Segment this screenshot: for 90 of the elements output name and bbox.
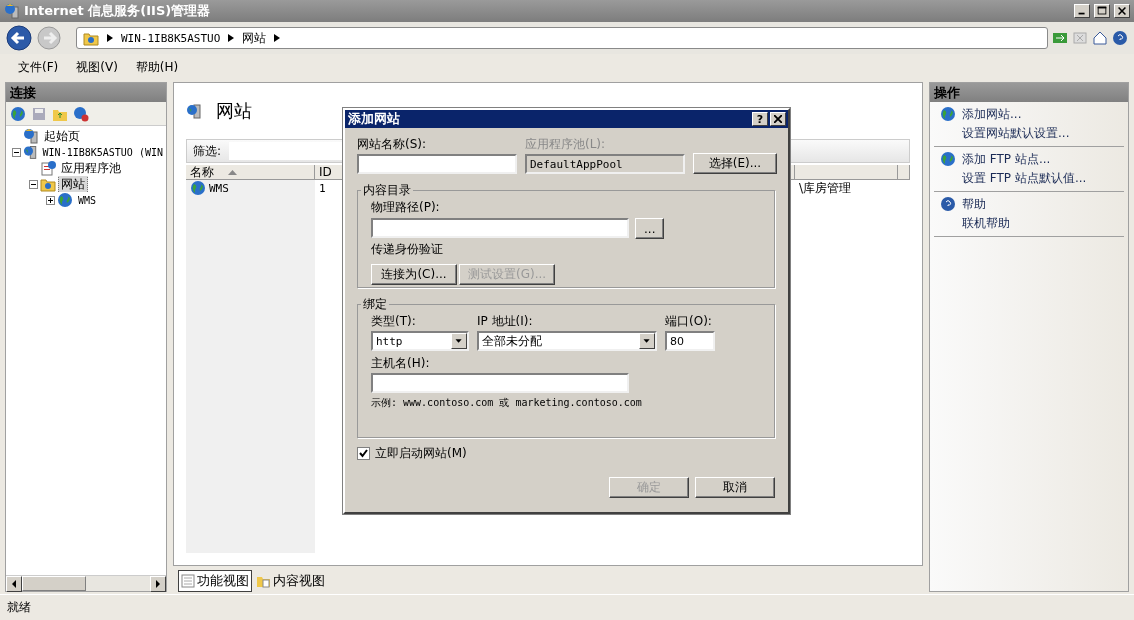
dialog-title: 添加网站	[348, 110, 401, 128]
action-link[interactable]: 设置 FTP 站点默认值...	[962, 170, 1118, 187]
app-pool-field: DefaultAppPool	[525, 154, 685, 174]
field-label: IP 地址(I):	[477, 313, 534, 330]
globe-star-icon	[940, 151, 956, 167]
select-button[interactable]: 选择(E)...	[693, 153, 777, 174]
folder-document-icon	[257, 574, 271, 588]
close-button[interactable]	[1114, 4, 1130, 18]
breadcrumb-arrow-icon[interactable]	[228, 34, 235, 42]
home-icon[interactable]	[1092, 30, 1108, 46]
host-name-field[interactable]	[371, 373, 629, 393]
breadcrumb-item[interactable]: WIN-1IB8K5ASTUO	[121, 31, 221, 45]
action-link[interactable]: 添加 FTP 站点...	[962, 151, 1118, 168]
maximize-button[interactable]	[1094, 4, 1110, 18]
filter-label: 筛选:	[193, 142, 222, 160]
action-link[interactable]: 帮助	[962, 196, 1118, 213]
tree-item[interactable]: WIN-1IB8K5ASTUO (WIN	[39, 145, 166, 159]
scroll-right-button[interactable]	[150, 576, 166, 592]
field-label: 主机名(H):	[371, 355, 431, 372]
column-header[interactable]: 名称	[186, 165, 315, 180]
folder-icon	[40, 176, 56, 192]
menu-item[interactable]: 帮助(H)	[135, 58, 179, 76]
field-label: 物理路径(P):	[371, 199, 441, 216]
server-icon	[23, 144, 38, 160]
field-label: 应用程序池(L):	[525, 136, 607, 153]
panel-title: 连接	[6, 83, 166, 102]
breadcrumb-arrow-icon[interactable]	[274, 34, 281, 42]
group-title: 绑定	[362, 296, 388, 313]
help-icon	[940, 196, 956, 212]
home-server-icon	[23, 128, 39, 144]
tree-item[interactable]: WMS	[75, 193, 100, 207]
panel-title: 操作	[930, 83, 1128, 102]
browse-button[interactable]: ...	[635, 218, 665, 239]
dialog-button[interactable]: 连接为(C)...	[371, 264, 457, 285]
collapse-toggle[interactable]	[12, 147, 21, 157]
table-cell: WMS	[209, 181, 229, 195]
port-field[interactable]: 80	[665, 331, 715, 351]
back-button[interactable]	[6, 25, 32, 51]
page-title: 网站	[216, 99, 252, 123]
view-tab[interactable]: 内容视图	[254, 570, 328, 592]
scroll-left-button[interactable]	[6, 576, 22, 592]
field-label: 网站名称(S):	[357, 136, 428, 153]
help-button[interactable]: ?	[752, 112, 768, 126]
type-dropdown[interactable]: http	[371, 331, 469, 351]
minimize-button[interactable]	[1074, 4, 1090, 18]
view-tab[interactable]: 功能视图	[178, 570, 252, 592]
application-pool-icon	[40, 160, 56, 176]
status-text: 就绪	[7, 599, 31, 616]
field-label: 传递身份验证	[371, 241, 444, 258]
window-title: Internet 信息服务(IIS)管理器	[24, 2, 212, 20]
connect-icon	[10, 105, 26, 122]
globe-icon	[190, 180, 206, 196]
group-title: 内容目录	[362, 182, 412, 199]
tree-item[interactable]: 网站	[58, 176, 88, 192]
close-button[interactable]	[770, 112, 786, 126]
action-link[interactable]: 联机帮助	[962, 215, 1118, 232]
field-label: 类型(T):	[371, 313, 417, 330]
refresh-icon[interactable]	[1052, 30, 1068, 46]
menu-item[interactable]: 文件(F)	[18, 58, 59, 76]
globe-icon	[57, 192, 73, 208]
collapse-toggle[interactable]	[29, 179, 38, 189]
breadcrumb-arrow-icon[interactable]	[107, 34, 113, 42]
folder-icon	[83, 30, 99, 46]
address-bar[interactable]: WIN-1IB8K5ASTUO 网站	[76, 27, 1048, 49]
ip-address-dropdown[interactable]: 全部未分配	[477, 331, 657, 351]
globe-star-icon	[940, 106, 956, 122]
action-link[interactable]: 添加网站...	[962, 106, 1118, 123]
table-cell: 1	[319, 181, 326, 195]
sort-arrow-icon	[228, 169, 237, 175]
server-icon	[186, 103, 202, 119]
menu-item[interactable]: 视图(V)	[76, 58, 118, 76]
table-cell: \库房管理	[799, 179, 852, 197]
hint-text: 示例: www.contoso.com 或 marketing.contoso.com	[371, 396, 643, 410]
tree-item[interactable]: 应用程序池	[58, 160, 124, 176]
action-link[interactable]: 设置网站默认设置...	[962, 125, 1118, 142]
start-checkbox[interactable]: 立即启动网站(M)	[357, 445, 775, 462]
site-name-field[interactable]	[357, 154, 517, 174]
expand-toggle[interactable]	[46, 195, 55, 205]
grid-icon	[181, 574, 195, 588]
close-icon	[774, 115, 782, 123]
disconnect-icon[interactable]	[73, 105, 89, 122]
field-label: 端口(O):	[665, 313, 713, 330]
dialog-button[interactable]: 取消	[695, 477, 775, 498]
help-icon[interactable]	[1112, 30, 1128, 46]
checkbox-icon[interactable]	[357, 447, 370, 460]
tree-item[interactable]: 起始页	[41, 128, 83, 144]
breadcrumb-item[interactable]: 网站	[242, 29, 267, 47]
scrollbar-thumb[interactable]	[22, 576, 86, 591]
physical-path-field[interactable]	[371, 218, 629, 238]
home-server-icon	[4, 3, 20, 19]
